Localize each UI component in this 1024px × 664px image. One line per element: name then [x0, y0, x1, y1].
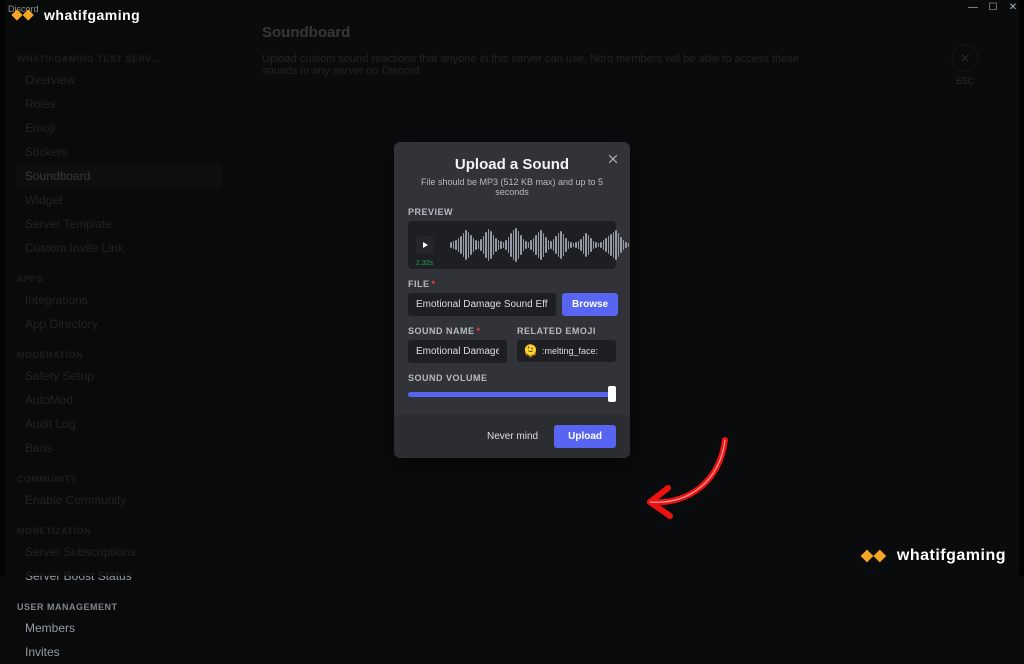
annotation-arrow: [630, 430, 740, 530]
modal-close-button[interactable]: [606, 152, 620, 171]
upload-button[interactable]: Upload: [554, 425, 616, 448]
file-name-input[interactable]: [408, 293, 556, 316]
sidebar-item-members[interactable]: Members: [17, 616, 222, 640]
never-mind-button[interactable]: Never mind: [479, 425, 546, 448]
close-window-icon[interactable]: ✕: [1008, 2, 1018, 12]
preview-label: PREVIEW: [408, 207, 616, 217]
minimize-icon[interactable]: —: [968, 2, 978, 12]
modal-title: Upload a Sound: [408, 156, 616, 173]
sound-name-input[interactable]: [408, 340, 507, 363]
slider-thumb[interactable]: [608, 386, 616, 402]
sound-name-label: SOUND NAME*: [408, 326, 507, 336]
watermark-bottom: whatifgaming: [859, 546, 1006, 566]
modal-footer: Never mind Upload: [394, 415, 630, 458]
watermark-logo-icon: [10, 6, 38, 24]
watermark-text: whatifgaming: [897, 547, 1006, 565]
browse-button[interactable]: Browse: [562, 293, 618, 316]
file-label: FILE*: [408, 279, 616, 289]
emoji-icon: 🫠: [523, 344, 538, 358]
waveform[interactable]: [446, 227, 633, 263]
sidebar-header-user-mgmt: USER MANAGEMENT: [17, 602, 230, 612]
clip-duration: 2.32s: [416, 260, 433, 267]
watermark-logo-icon: [859, 546, 891, 566]
related-emoji-label: RELATED EMOJI: [517, 326, 616, 336]
watermark-text: whatifgaming: [44, 7, 140, 23]
sidebar-item-invites[interactable]: Invites: [17, 640, 222, 664]
emoji-picker[interactable]: 🫠 :melting_face:: [517, 340, 616, 362]
watermark-top: whatifgaming: [10, 6, 140, 24]
sound-preview: 2.32s: [408, 221, 616, 269]
maximize-icon[interactable]: ☐: [988, 2, 998, 12]
play-icon: [423, 242, 428, 248]
upload-sound-modal: Upload a Sound File should be MP3 (512 K…: [394, 142, 630, 458]
volume-label: SOUND VOLUME: [408, 373, 616, 383]
emoji-code: :melting_face:: [542, 346, 598, 356]
window-controls: — ☐ ✕: [968, 2, 1018, 12]
play-button[interactable]: [416, 236, 434, 254]
volume-slider[interactable]: [408, 387, 616, 401]
modal-subtitle: File should be MP3 (512 KB max) and up t…: [408, 177, 616, 197]
slider-track: [408, 392, 616, 397]
